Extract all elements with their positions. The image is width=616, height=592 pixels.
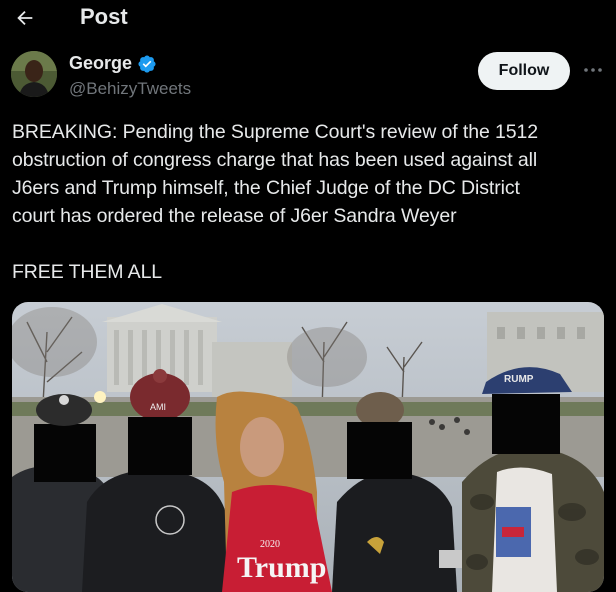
tweet-text-line: obstruction of congress charge that has … (12, 149, 538, 171)
shirt-year: 2020 (260, 539, 280, 550)
more-horizontal-icon (584, 68, 602, 72)
arrow-left-icon (17, 10, 33, 26)
more-options-button[interactable] (578, 58, 608, 82)
hat-text-left: AMI (150, 402, 166, 412)
avatar[interactable] (11, 51, 57, 97)
tweet-text-line: BREAKING: Pending the Supreme Court's re… (12, 121, 538, 143)
top-bar: Post (0, 0, 616, 38)
author-display-name[interactable]: George (69, 53, 132, 74)
follow-button[interactable]: Follow (478, 52, 570, 90)
shirt-text: Trump (237, 551, 326, 584)
author-name-row: George (69, 53, 157, 74)
page-title: Post (80, 4, 128, 29)
hat-text-right: RUMP (504, 374, 534, 385)
tweet-text: BREAKING: Pending the Supreme Court's re… (12, 118, 607, 286)
tweet-text-line: court has ordered the release of J6er Sa… (12, 205, 457, 227)
verified-badge-icon (138, 54, 156, 73)
tweet-photo[interactable]: AMI 2020 Trump RUMP (12, 302, 604, 592)
tweet-text-line: J6ers and Trump himself, the Chief Judge… (12, 177, 520, 199)
tweet-closing-line: FREE THEM ALL (12, 261, 163, 283)
author-handle[interactable]: @BehizyTweets (69, 79, 191, 99)
back-button[interactable] (10, 4, 40, 32)
